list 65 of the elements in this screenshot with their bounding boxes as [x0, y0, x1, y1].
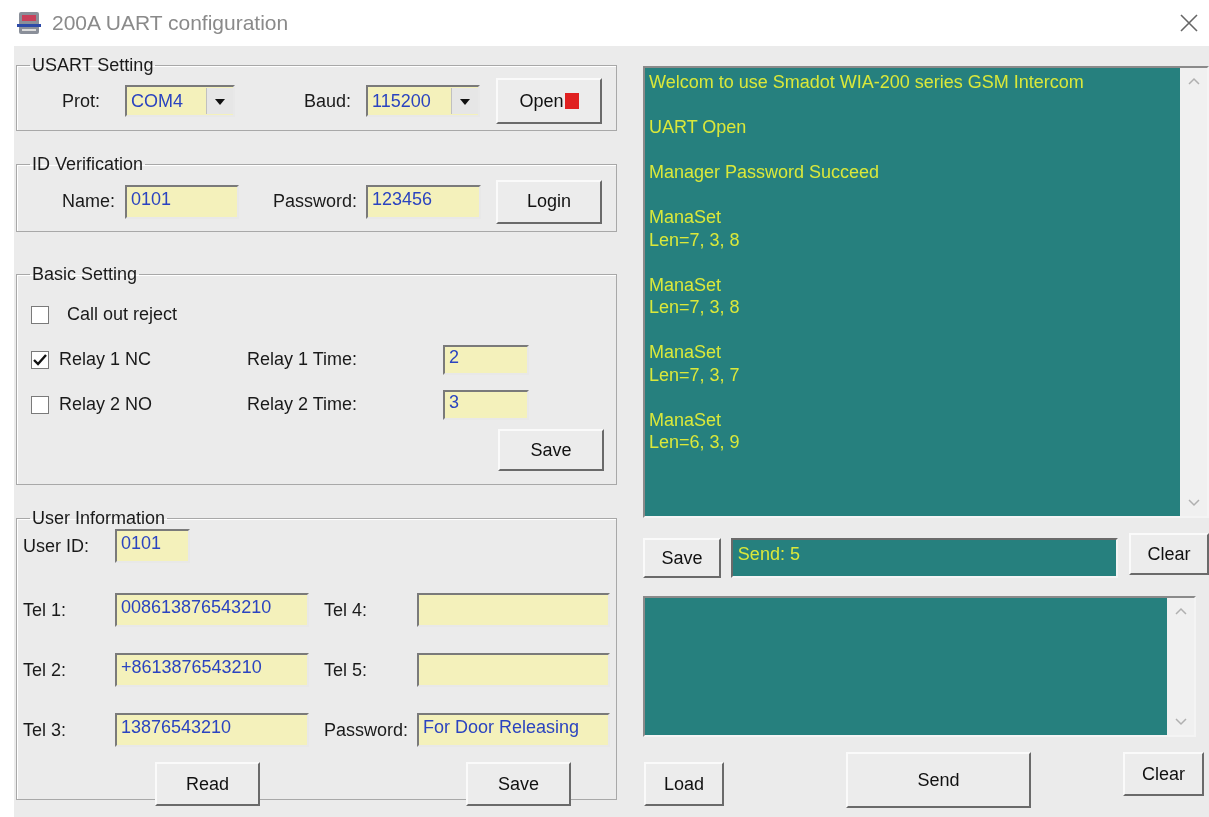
- password-label: Password:: [273, 191, 358, 212]
- log-line: Len=7, 3, 8: [649, 228, 740, 251]
- save-button[interactable]: Save: [466, 762, 571, 806]
- field-label: Tel 5:: [324, 659, 368, 681]
- text-field[interactable]: 008613876543210: [115, 593, 309, 627]
- log-line: Len=7, 3, 8: [649, 296, 740, 319]
- group-title: User Information: [31, 508, 167, 528]
- field-label: Tel 4:: [324, 599, 368, 621]
- status-field: Send: 5: [730, 538, 1119, 578]
- checkbox[interactable]: [31, 350, 49, 369]
- read-button[interactable]: Read: [155, 762, 260, 806]
- status-indicator-icon: [564, 93, 579, 109]
- send-button[interactable]: Send: [846, 752, 1031, 808]
- user-id-field[interactable]: 0101: [115, 529, 190, 563]
- save-button[interactable]: Save: [643, 538, 721, 578]
- checkbox[interactable]: [31, 395, 49, 414]
- baud-label: Baud:: [304, 90, 352, 112]
- user-id-label: User ID:: [23, 535, 89, 557]
- port-dropdown[interactable]: COM4: [125, 85, 235, 117]
- name-label: Name:: [62, 191, 115, 212]
- open-button[interactable]: Open: [496, 78, 602, 124]
- field-label: Tel 1:: [23, 599, 67, 621]
- clear-button[interactable]: Clear: [1129, 533, 1209, 575]
- field-label: Tel 2:: [23, 659, 67, 681]
- text-field[interactable]: For Door Releasing: [417, 713, 610, 747]
- text-field[interactable]: [417, 653, 610, 687]
- log-line: Welcom to use Smadot WIA-200 series GSM Intercom: [649, 71, 1084, 94]
- password-field[interactable]: 123456: [366, 184, 481, 219]
- time-field[interactable]: 3: [443, 389, 529, 420]
- group-title: Basic Setting: [31, 264, 139, 284]
- load-button[interactable]: Load: [644, 762, 724, 806]
- scroll-up-icon[interactable]: [1186, 76, 1201, 86]
- port-label: Prot:: [62, 90, 100, 112]
- time-label: Relay 2 Time:: [247, 394, 358, 415]
- baud-dropdown[interactable]: 115200: [366, 85, 480, 117]
- group-title: USART Setting: [31, 55, 155, 75]
- app-icon: [16, 10, 42, 36]
- checkbox[interactable]: [31, 305, 49, 324]
- checkbox-label: Call out reject: [67, 304, 178, 325]
- log-line: Manager Password Succeed: [649, 161, 880, 184]
- time-field[interactable]: 2: [443, 344, 529, 375]
- log-line: Len=6, 3, 9: [649, 431, 740, 454]
- log-line: ManaSet: [649, 273, 722, 296]
- login-button[interactable]: Login: [496, 179, 602, 224]
- text-field[interactable]: 13876543210: [115, 713, 309, 747]
- field-label: Tel 3:: [23, 719, 67, 741]
- time-label: Relay 1 Time:: [247, 349, 358, 370]
- text-field[interactable]: [417, 593, 610, 627]
- clear-button[interactable]: Clear: [1123, 752, 1204, 796]
- log-line: Len=7, 3, 7: [649, 363, 740, 386]
- log-line: ManaSet: [649, 408, 722, 431]
- scroll-down-icon[interactable]: [1186, 498, 1201, 508]
- group-title: ID Verification: [31, 154, 145, 174]
- name-field[interactable]: 0101: [125, 184, 239, 219]
- checkbox-label: Relay 2 NO: [59, 394, 153, 415]
- log-line: ManaSet: [649, 206, 722, 229]
- log-line: ManaSet: [649, 341, 722, 364]
- field-label: Password:: [324, 719, 409, 741]
- scrollbar[interactable]: [1180, 68, 1207, 516]
- save-button[interactable]: Save: [498, 429, 604, 471]
- log-line: UART Open: [649, 116, 747, 139]
- window-title: 200A UART configuration: [52, 11, 289, 35]
- checkbox-label: Relay 1 NC: [59, 349, 152, 370]
- close-icon[interactable]: [1179, 13, 1199, 33]
- text-field[interactable]: +8613876543210: [115, 653, 309, 687]
